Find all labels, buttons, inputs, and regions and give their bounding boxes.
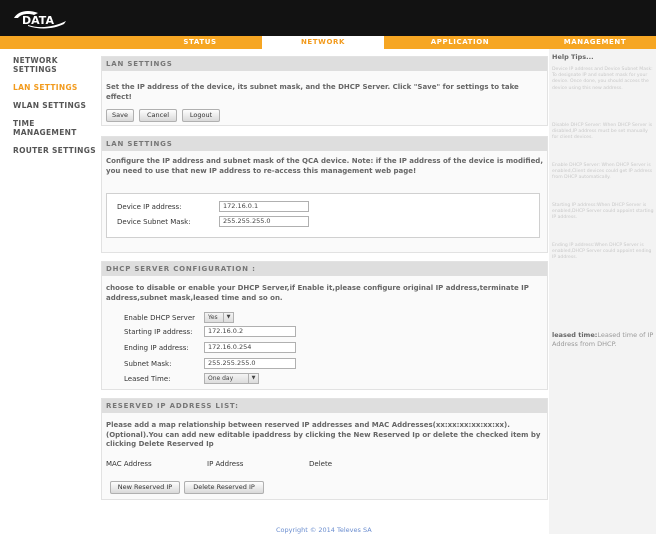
start-ip-input[interactable]: 172.16.0.2 bbox=[204, 326, 296, 337]
reserved-ip-section: RESERVED IP ADDRESS LIST: Please add a m… bbox=[101, 398, 548, 500]
sidebar-item-time-management[interactable]: TIME MANAGEMENT bbox=[13, 119, 79, 137]
help-tip: Enable DHCP Server: When DHCP Server is … bbox=[552, 163, 653, 181]
subnet-mask-input[interactable]: 255.255.255.0 bbox=[204, 358, 296, 369]
tab-application[interactable]: APPLICATION bbox=[410, 36, 510, 49]
help-term: leased time: bbox=[552, 331, 598, 339]
save-button[interactable]: Save bbox=[106, 109, 134, 122]
sidebar-item-lan-settings[interactable]: LAN SETTINGS bbox=[13, 83, 78, 92]
dhcp-enable-value: Yes bbox=[208, 314, 218, 321]
section-description: Configure the IP address and subnet mask… bbox=[106, 157, 543, 175]
chevron-down-icon: ▼ bbox=[223, 313, 233, 322]
tab-status[interactable]: STATUS bbox=[150, 36, 250, 49]
chevron-down-icon: ▼ bbox=[248, 374, 258, 383]
device-ip-label: Device IP address: bbox=[117, 203, 182, 211]
lan-config-section: LAN SETTINGS Configure the IP address an… bbox=[101, 136, 548, 253]
help-tip-leased-time: leased time:Leased time of IP Address fr… bbox=[552, 331, 654, 348]
section-description: Please add a map relationship between re… bbox=[106, 421, 541, 448]
sidebar-item-router-settings[interactable]: ROUTER SETTINGS bbox=[13, 146, 96, 155]
lan-settings-section: LAN SETTINGS Set the IP address of the d… bbox=[101, 56, 548, 126]
device-ip-input[interactable]: 172.16.0.1 bbox=[219, 201, 309, 212]
help-title: Help Tips... bbox=[552, 53, 594, 61]
section-header: RESERVED IP ADDRESS LIST: bbox=[102, 399, 547, 413]
section-header: LAN SETTINGS bbox=[102, 137, 547, 151]
column-header-ip: IP Address bbox=[207, 460, 244, 468]
end-ip-input[interactable]: 172.16.0.254 bbox=[204, 342, 296, 353]
tab-network[interactable]: NETWORK bbox=[262, 36, 384, 49]
svg-text:DATA: DATA bbox=[22, 14, 54, 27]
sidebar-item-network-settings[interactable]: NETWORK SETTINGS bbox=[13, 56, 83, 74]
leased-time-value: One day bbox=[208, 375, 234, 382]
section-header: DHCP SERVER CONFIGURATION : bbox=[102, 262, 547, 276]
footer-copyright[interactable]: Copyright © 2014 Televes SA bbox=[276, 526, 372, 534]
sidebar: NETWORK SETTINGS LAN SETTINGS WLAN SETTI… bbox=[0, 49, 100, 534]
section-description: choose to disable or enable your DHCP Se… bbox=[106, 284, 529, 302]
help-tip: Disable DHCP Server: When DHCP Server is… bbox=[552, 123, 653, 141]
start-ip-label: Starting IP address: bbox=[124, 328, 193, 336]
dhcp-enable-label: Enable DHCP Server bbox=[124, 314, 196, 322]
subnet-mask-label: Subnet Mask: bbox=[124, 360, 172, 368]
help-tip: Ending IP address:When DHCP Server is en… bbox=[552, 243, 652, 261]
device-mask-input[interactable]: 255.255.255.0 bbox=[219, 216, 309, 227]
tab-management[interactable]: MANAGEMENT bbox=[545, 36, 645, 49]
ip-form-box: Device IP address: 172.16.0.1 Device Sub… bbox=[106, 193, 540, 238]
section-description: Set the IP address of the device, its su… bbox=[106, 83, 519, 101]
help-panel: Help Tips... Device IP address and Devic… bbox=[549, 49, 656, 534]
cancel-button[interactable]: Cancel bbox=[139, 109, 177, 122]
dhcp-section: DHCP SERVER CONFIGURATION : choose to di… bbox=[101, 261, 548, 390]
new-reserved-ip-button[interactable]: New Reserved IP bbox=[110, 481, 180, 494]
column-header-delete: Delete bbox=[309, 460, 332, 468]
end-ip-label: Ending IP address: bbox=[124, 344, 189, 352]
delete-reserved-ip-button[interactable]: Delete Reserved IP bbox=[184, 481, 264, 494]
help-tip: Device IP address and Device Subnet Mask… bbox=[552, 67, 653, 91]
leased-time-label: Leased Time: bbox=[124, 375, 171, 383]
section-header: LAN SETTINGS bbox=[102, 57, 547, 71]
help-tip: Starting IP address:When DHCP Server is … bbox=[552, 203, 654, 221]
main-nav: STATUS NETWORK APPLICATION MANAGEMENT bbox=[0, 36, 656, 49]
brand-logo: DATA bbox=[14, 10, 66, 29]
top-bar: DATA bbox=[0, 0, 656, 36]
column-header-mac: MAC Address bbox=[106, 460, 152, 468]
dhcp-enable-select[interactable]: Yes ▼ bbox=[204, 312, 234, 323]
sidebar-item-wlan-settings[interactable]: WLAN SETTINGS bbox=[13, 101, 86, 110]
leased-time-select[interactable]: One day ▼ bbox=[204, 373, 259, 384]
logout-button[interactable]: Logout bbox=[182, 109, 220, 122]
device-mask-label: Device Subnet Mask: bbox=[117, 218, 191, 226]
